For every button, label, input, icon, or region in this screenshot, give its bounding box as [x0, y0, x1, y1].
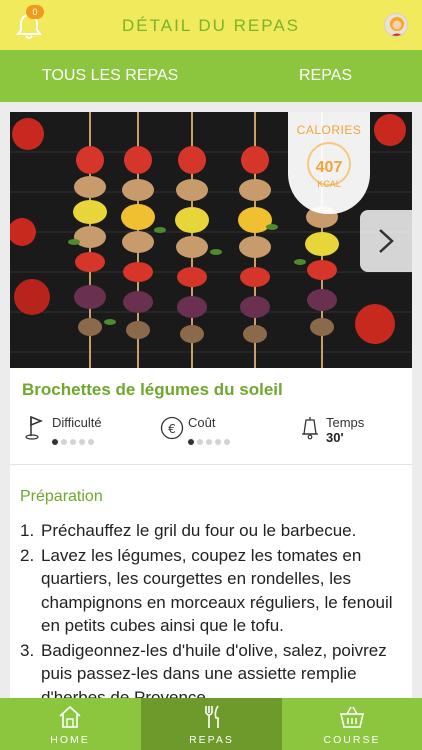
rating-dot	[61, 439, 67, 445]
calories-unit: KCAL	[317, 179, 341, 189]
chevron-right-icon	[379, 229, 394, 253]
cost-rating	[188, 432, 233, 450]
preparation-steps: 1. Préchauffez le gril du four ou le barb…	[20, 519, 405, 710]
divider	[10, 464, 412, 465]
list-item: 1. Préchauffez le gril du four ou le barb…	[20, 519, 405, 543]
rating-dot	[52, 439, 58, 445]
timer-icon	[298, 414, 322, 440]
recipe-title: Brochettes de légumes du soleil	[22, 380, 283, 399]
nav-course[interactable]: COURSE	[282, 698, 422, 750]
rating-dot	[206, 439, 212, 445]
rating-dot	[88, 439, 94, 445]
avatar[interactable]	[384, 13, 408, 37]
time-value: 30'	[326, 430, 344, 445]
home-icon	[57, 704, 83, 730]
fork-knife-icon	[199, 704, 225, 730]
rating-dot	[188, 439, 194, 445]
step-number: 2.	[20, 545, 35, 565]
step-text: Badigeonnez-les d'huile d'olive, salez, …	[41, 640, 387, 707]
rating-dot	[215, 439, 221, 445]
step-text: Lavez les légumes, coupez les tomates en…	[41, 545, 393, 636]
rating-dot	[79, 439, 85, 445]
calories-value: 407	[315, 159, 343, 176]
step-number: 1.	[20, 521, 35, 540]
meal-card: CALORIES 407 KCAL Brochettes de légumes …	[10, 112, 412, 707]
step-number: 3.	[20, 640, 35, 660]
nav-home-label: HOME	[50, 734, 90, 746]
rating-dot	[197, 439, 203, 445]
tab-meal[interactable]: REPAS	[299, 67, 352, 85]
basket-icon	[339, 704, 365, 730]
next-photo-button[interactable]	[360, 210, 412, 272]
nav-repas-label: REPAS	[189, 734, 234, 746]
page-title: DÉTAIL DU REPAS	[122, 16, 300, 35]
preparation-title: Préparation	[20, 488, 103, 505]
golf-flag-icon	[24, 414, 48, 440]
bottom-nav: HOME REPAS COURSE	[0, 698, 422, 750]
time-label: Temps	[326, 415, 365, 430]
tab-all-meals[interactable]: TOUS LES REPAS	[42, 67, 178, 85]
meal-photo: CALORIES 407 KCAL	[10, 112, 412, 368]
step-text: Préchauffez le gril du four ou le barbec…	[41, 521, 357, 540]
cost-label: Coût	[188, 415, 216, 430]
nav-repas[interactable]: REPAS	[141, 698, 282, 750]
nav-course-label: COURSE	[323, 734, 381, 746]
difficulty-rating	[52, 432, 97, 450]
calories-label: CALORIES	[296, 123, 362, 137]
rating-dot	[70, 439, 76, 445]
euro-icon: €	[160, 414, 184, 440]
calories-badge: CALORIES 407 KCAL	[288, 112, 370, 214]
rating-dot	[224, 439, 230, 445]
list-item: 2. Lavez les légumes, coupez les tomates …	[20, 544, 405, 638]
top-bar: 0 DÉTAIL DU REPAS	[0, 0, 422, 50]
nav-home[interactable]: HOME	[0, 698, 140, 750]
svg-text:€: €	[168, 422, 176, 436]
difficulty-label: Difficulté	[52, 415, 102, 430]
tab-bar: TOUS LES REPAS REPAS	[0, 50, 422, 102]
